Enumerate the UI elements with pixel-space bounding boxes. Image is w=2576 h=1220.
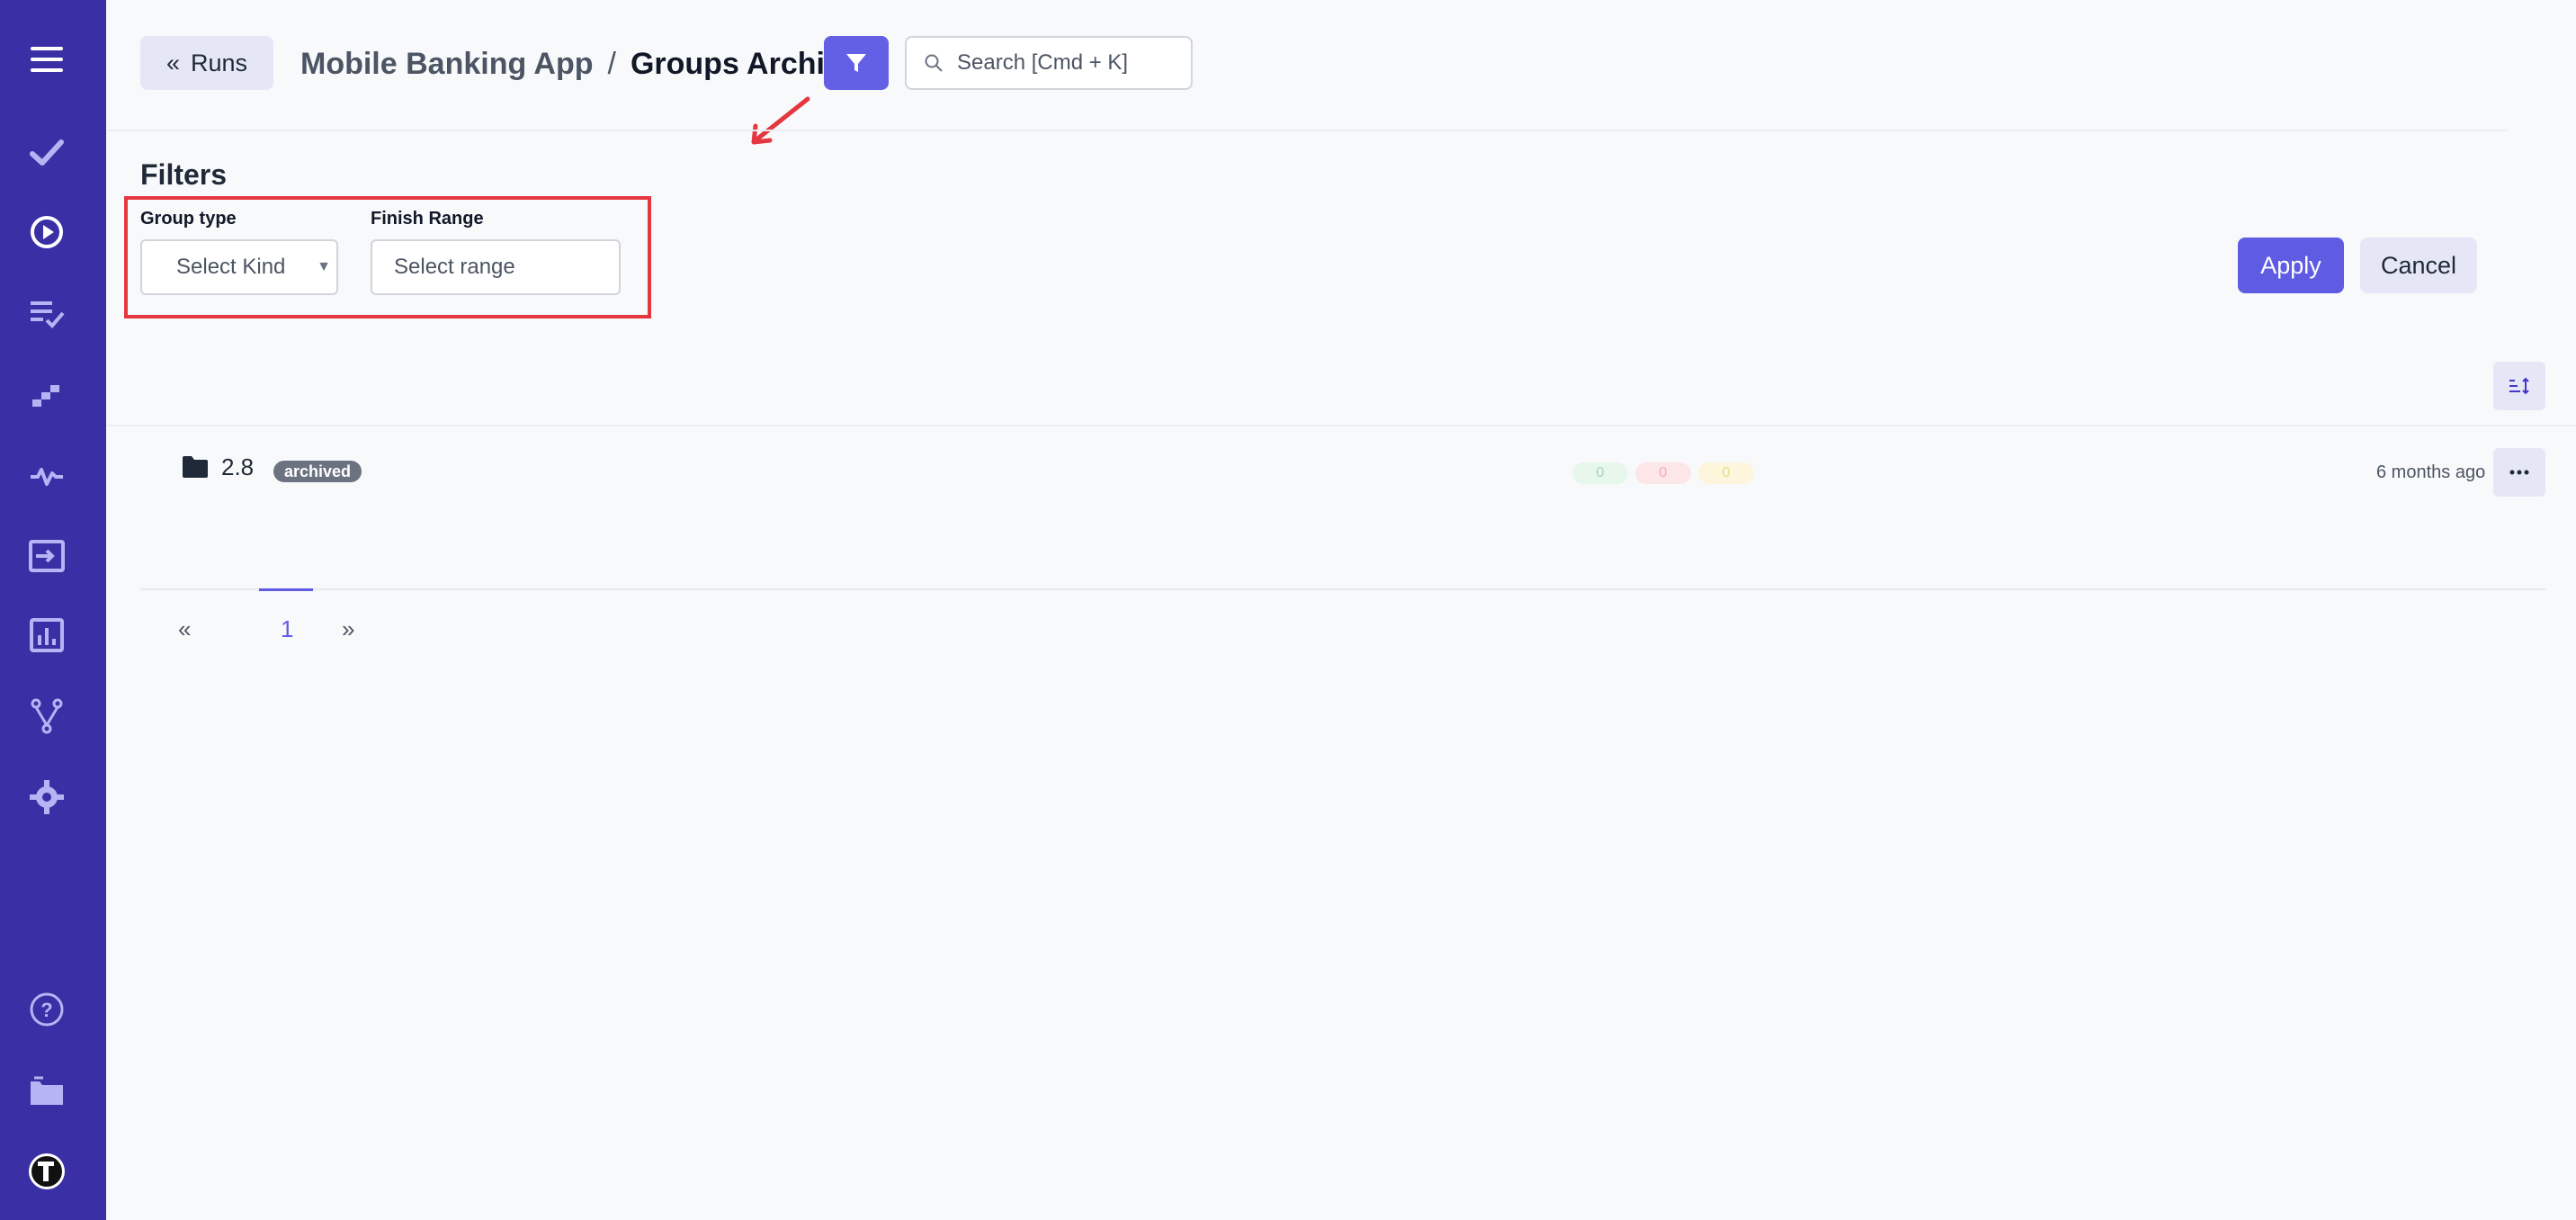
row-timestamp: 6 months ago xyxy=(2376,462,2486,482)
search-input[interactable] xyxy=(957,50,1173,76)
row-more-button[interactable] xyxy=(2493,448,2545,497)
header-divider xyxy=(106,130,2508,131)
play-circle-icon[interactable] xyxy=(23,209,70,256)
sort-icon xyxy=(2509,377,2529,395)
active-page-indicator xyxy=(259,588,313,591)
sort-button[interactable] xyxy=(2493,362,2545,410)
group-name[interactable]: 2.8 xyxy=(221,453,254,481)
status-badge: archived xyxy=(273,461,362,482)
back-to-runs-button[interactable]: « Runs xyxy=(140,36,273,90)
import-icon[interactable] xyxy=(23,533,70,579)
logo-icon[interactable] xyxy=(23,1148,70,1195)
finish-range-input[interactable] xyxy=(394,255,592,280)
caret-down-icon: ▼ xyxy=(317,259,331,274)
svg-text:?: ? xyxy=(40,999,52,1021)
ellipsis-icon xyxy=(2509,470,2529,475)
group-type-value: Select Kind xyxy=(176,255,286,279)
sidebar: ? xyxy=(0,0,106,1220)
cancel-button[interactable]: Cancel xyxy=(2360,238,2477,293)
annotation-arrow-icon xyxy=(751,96,810,145)
branch-icon[interactable] xyxy=(23,693,70,740)
next-page-link[interactable]: » xyxy=(342,615,354,643)
main-content: « Runs Mobile Banking App / Groups Archi… xyxy=(106,0,2576,1220)
breadcrumb-separator: / xyxy=(607,46,616,81)
failed-count: 0 xyxy=(1635,462,1691,484)
apply-button[interactable]: Apply xyxy=(2238,238,2344,293)
check-icon[interactable] xyxy=(23,130,70,176)
steps-icon[interactable] xyxy=(23,371,70,417)
projects-icon[interactable] xyxy=(23,1067,70,1114)
menu-icon[interactable] xyxy=(23,36,70,83)
group-type-select[interactable]: Select Kind ▼ xyxy=(140,239,338,295)
list-check-icon[interactable] xyxy=(23,290,70,336)
filter-icon xyxy=(846,54,866,72)
double-chevron-left-icon: « xyxy=(165,49,180,76)
filter-toggle-button[interactable] xyxy=(824,36,889,90)
breadcrumb: Mobile Banking App / Groups Archive xyxy=(300,41,859,86)
prev-page-link[interactable]: « xyxy=(178,615,191,643)
finish-range-field[interactable] xyxy=(371,239,621,295)
list-item[interactable]: 2.8 archived 0 0 0 6 months ago xyxy=(106,426,2576,520)
passed-count: 0 xyxy=(1572,462,1628,484)
page-1-link[interactable]: 1 xyxy=(281,615,293,643)
skipped-count: 0 xyxy=(1698,462,1754,484)
back-button-label: Runs xyxy=(191,49,248,76)
breadcrumb-project[interactable]: Mobile Banking App xyxy=(300,47,594,82)
search-icon xyxy=(925,54,943,72)
help-icon[interactable]: ? xyxy=(23,986,70,1033)
group-type-label: Group type xyxy=(140,209,237,229)
filters-heading: Filters xyxy=(140,158,228,191)
pulse-icon[interactable] xyxy=(23,452,70,498)
folder-icon xyxy=(183,456,208,478)
settings-icon[interactable] xyxy=(23,774,70,821)
search-box[interactable] xyxy=(905,36,1193,90)
analytics-icon[interactable] xyxy=(23,612,70,659)
finish-range-label: Finish Range xyxy=(371,209,484,229)
pagination-divider xyxy=(140,588,2545,590)
